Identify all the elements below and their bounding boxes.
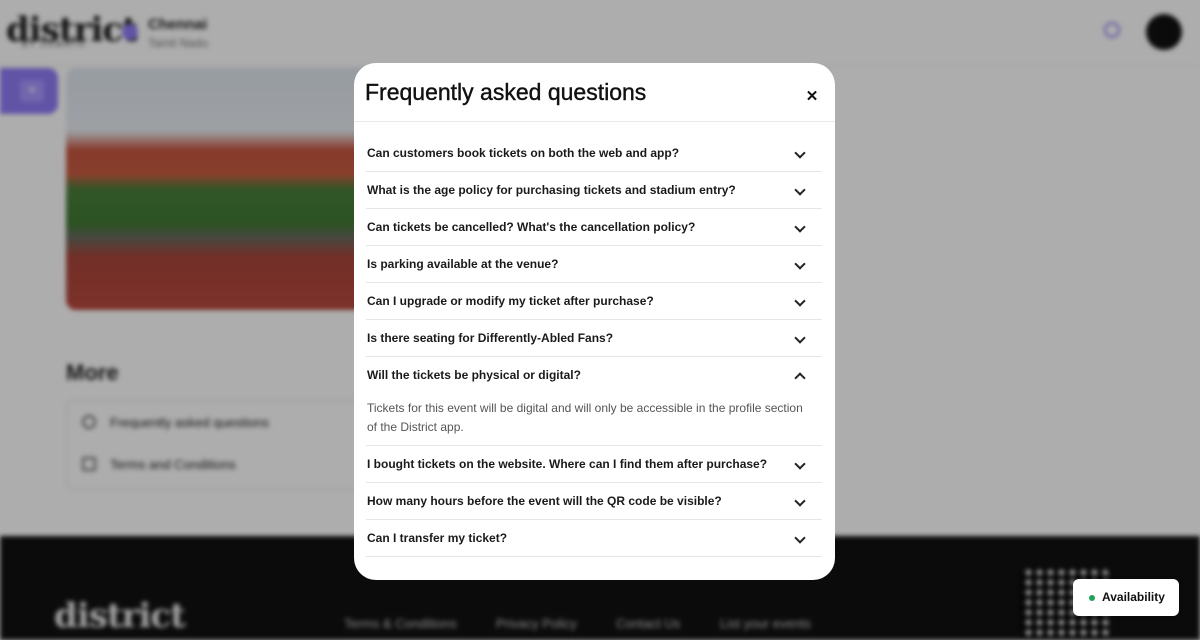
faq-item: Is there seating for Differently-Abled F… xyxy=(366,320,822,357)
faq-item: Can I transfer my ticket? xyxy=(366,520,822,557)
chevron-down-icon[interactable] xyxy=(794,221,806,233)
faq-question-text: Will the tickets be physical or digital? xyxy=(367,368,581,382)
faq-question-row[interactable]: Will the tickets be physical or digital? xyxy=(366,357,822,393)
faq-question-row[interactable]: I bought tickets on the website. Where c… xyxy=(366,446,822,482)
availability-label: Availability xyxy=(1102,590,1165,604)
faq-question-text: Can I transfer my ticket? xyxy=(367,531,508,545)
faq-question-text: Is parking available at the venue? xyxy=(367,257,559,271)
faq-answer: Tickets for this event will be digital a… xyxy=(367,401,803,434)
faq-question-row[interactable]: Can I upgrade or modify my ticket after … xyxy=(366,283,822,319)
faq-item: Can customers book tickets on both the w… xyxy=(366,135,822,172)
faq-question-row[interactable]: Is there seating for Differently-Abled F… xyxy=(366,320,822,356)
faq-question-text: Can customers book tickets on both the w… xyxy=(367,146,680,160)
faq-item: What is the age policy for purchasing ti… xyxy=(366,172,822,209)
faq-question-text: Can I upgrade or modify my ticket after … xyxy=(367,294,654,308)
chevron-down-icon[interactable] xyxy=(794,295,806,307)
faq-question-text: Is there seating for Differently-Abled F… xyxy=(367,331,614,345)
availability-status-dot xyxy=(1089,595,1095,601)
faq-question-text: I bought tickets on the website. Where c… xyxy=(367,457,768,471)
faq-question-text: Can tickets be cancelled? What's the can… xyxy=(367,220,696,234)
faq-item: I bought tickets on the website. Where c… xyxy=(366,446,822,483)
chevron-down-icon[interactable] xyxy=(794,332,806,344)
faq-question-row[interactable]: How many hours before the event will the… xyxy=(366,483,822,519)
chevron-down-icon[interactable] xyxy=(794,258,806,270)
faq-list: Can customers book tickets on both the w… xyxy=(366,135,822,557)
faq-item: How many hours before the event will the… xyxy=(366,483,822,520)
close-icon[interactable]: ✕ xyxy=(802,87,822,107)
faq-question-text: What is the age policy for purchasing ti… xyxy=(367,183,736,197)
chevron-down-icon[interactable] xyxy=(794,184,806,196)
divider xyxy=(354,121,835,122)
faq-question-row[interactable]: What is the age policy for purchasing ti… xyxy=(366,172,822,208)
chevron-down-icon[interactable] xyxy=(794,532,806,544)
faq-question-row[interactable]: Can I transfer my ticket? xyxy=(366,520,822,556)
faq-question-row[interactable]: Is parking available at the venue? xyxy=(366,246,822,282)
availability-button[interactable]: Availability xyxy=(1073,579,1179,616)
faq-item: Can I upgrade or modify my ticket after … xyxy=(366,283,822,320)
faq-modal: Frequently asked questions ✕ Can custome… xyxy=(354,63,835,580)
chevron-up-icon[interactable] xyxy=(794,372,806,384)
faq-question-row[interactable]: Can customers book tickets on both the w… xyxy=(366,135,822,171)
chevron-down-icon[interactable] xyxy=(794,495,806,507)
faq-item: Is parking available at the venue? xyxy=(366,246,822,283)
faq-question-text: How many hours before the event will the… xyxy=(367,494,722,508)
faq-item: Will the tickets be physical or digital?… xyxy=(366,357,822,446)
modal-title: Frequently asked questions xyxy=(365,79,647,105)
chevron-down-icon[interactable] xyxy=(794,147,806,159)
chevron-down-icon[interactable] xyxy=(794,458,806,470)
faq-item: Can tickets be cancelled? What's the can… xyxy=(366,209,822,246)
faq-question-row[interactable]: Can tickets be cancelled? What's the can… xyxy=(366,209,822,245)
